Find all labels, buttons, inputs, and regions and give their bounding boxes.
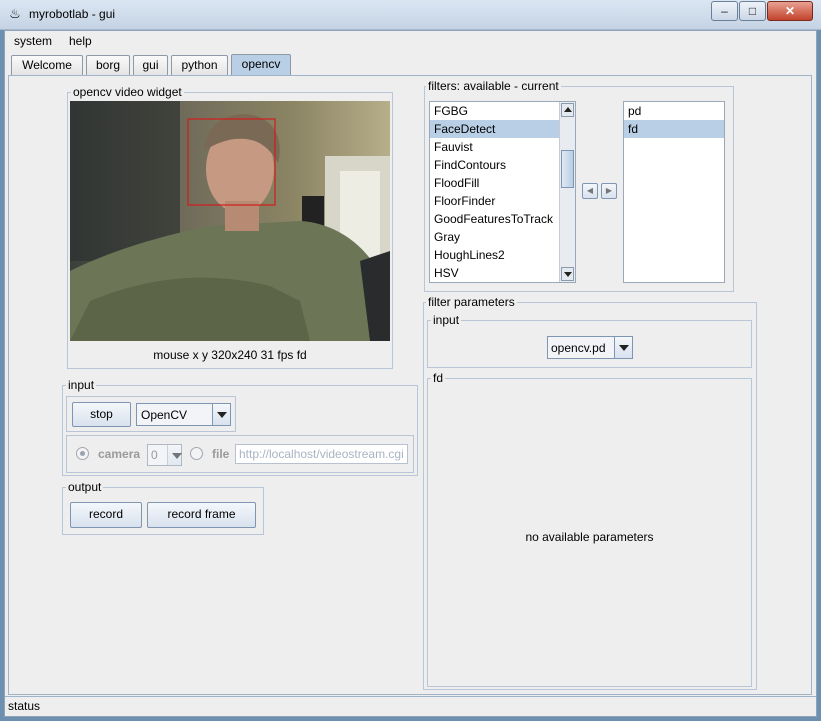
file-url-field[interactable]: http://localhost/videostream.cgi (235, 444, 408, 464)
list-item-selected[interactable]: fd (624, 120, 724, 138)
title-bar: ♨ myrobotlab - gui – □ ✕ (0, 0, 821, 30)
tab-welcome[interactable]: Welcome (11, 55, 83, 75)
tab-opencv[interactable]: opencv (231, 54, 291, 75)
chevron-down-icon (212, 404, 230, 425)
record-button[interactable]: record (70, 502, 142, 528)
filter-input-select[interactable]: opencv.pd (547, 336, 633, 359)
window-title: myrobotlab - gui (29, 7, 116, 21)
filter-section-title: fd (431, 371, 446, 385)
tab-borg[interactable]: borg (86, 55, 130, 75)
list-item[interactable]: FGBG (430, 102, 575, 120)
chevron-down-icon (167, 445, 182, 465)
list-item[interactable]: pd (624, 102, 724, 120)
filter-parameters-title: filter parameters (426, 295, 517, 309)
list-item[interactable]: HSV (430, 264, 575, 282)
camera-index-value: 0 (151, 448, 158, 462)
tab-gui[interactable]: gui (133, 55, 168, 75)
list-item[interactable]: FloodFill (430, 174, 575, 192)
camera-label: camera (98, 447, 141, 461)
available-filters-list[interactable]: FGBG FaceDetect Fauvist FindContours Flo… (429, 101, 576, 283)
camera-radio[interactable] (76, 447, 89, 460)
filters-scrollbar[interactable] (559, 102, 575, 282)
close-button[interactable]: ✕ (767, 1, 813, 21)
file-label: file (212, 447, 230, 461)
stop-button[interactable]: stop (72, 402, 131, 427)
chevron-down-icon (614, 337, 632, 358)
triangle-down-icon (564, 272, 572, 277)
minimize-button[interactable]: – (711, 1, 738, 21)
scroll-down-arrow[interactable] (561, 267, 574, 281)
list-item[interactable]: FindContours (430, 156, 575, 174)
list-item[interactable]: FloorFinder (430, 192, 575, 210)
list-item[interactable]: GoodFeaturesToTrack (430, 210, 575, 228)
video-widget-title: opencv video widget (71, 85, 184, 99)
video-source-select[interactable]: OpenCV (136, 403, 231, 426)
current-filters-list[interactable]: pd fd (623, 101, 725, 283)
radio-dot-icon (80, 451, 85, 456)
menu-help[interactable]: help (69, 34, 92, 48)
maximize-button[interactable]: □ (739, 1, 766, 21)
file-radio[interactable] (190, 447, 203, 460)
arrow-right-icon: ▶ (605, 186, 613, 195)
list-item-selected[interactable]: FaceDetect (430, 120, 575, 138)
list-item[interactable]: HoughLines2 (430, 246, 575, 264)
scroll-thumb[interactable] (561, 150, 574, 188)
video-status-text: mouse x y 320x240 31 fps fd (153, 348, 307, 362)
tab-python[interactable]: python (171, 55, 228, 75)
camera-index-select[interactable]: 0 (147, 444, 182, 466)
arrow-left-icon: ◀ (586, 186, 594, 195)
status-text: status (8, 699, 41, 713)
filters-panel-title: filters: available - current (426, 79, 561, 93)
video-frame[interactable] (70, 101, 390, 341)
video-source-value: OpenCV (141, 408, 188, 422)
scroll-up-arrow[interactable] (561, 103, 574, 117)
triangle-up-icon (564, 107, 572, 112)
webcam-image (70, 101, 390, 341)
input-panel-title: input (66, 378, 97, 392)
list-item[interactable]: Gray (430, 228, 575, 246)
record-frame-button[interactable]: record frame (147, 502, 256, 528)
filter-input-value: opencv.pd (551, 341, 606, 355)
menu-system[interactable]: system (14, 34, 52, 48)
status-divider (5, 696, 816, 697)
java-icon: ♨ (9, 6, 21, 21)
no-parameters-message: no available parameters (525, 530, 654, 544)
move-left-button[interactable]: ◀ (582, 183, 598, 199)
list-item[interactable]: Fauvist (430, 138, 575, 156)
move-right-button[interactable]: ▶ (601, 183, 617, 199)
filter-input-title: input (431, 313, 462, 327)
output-panel-title: output (66, 480, 104, 494)
